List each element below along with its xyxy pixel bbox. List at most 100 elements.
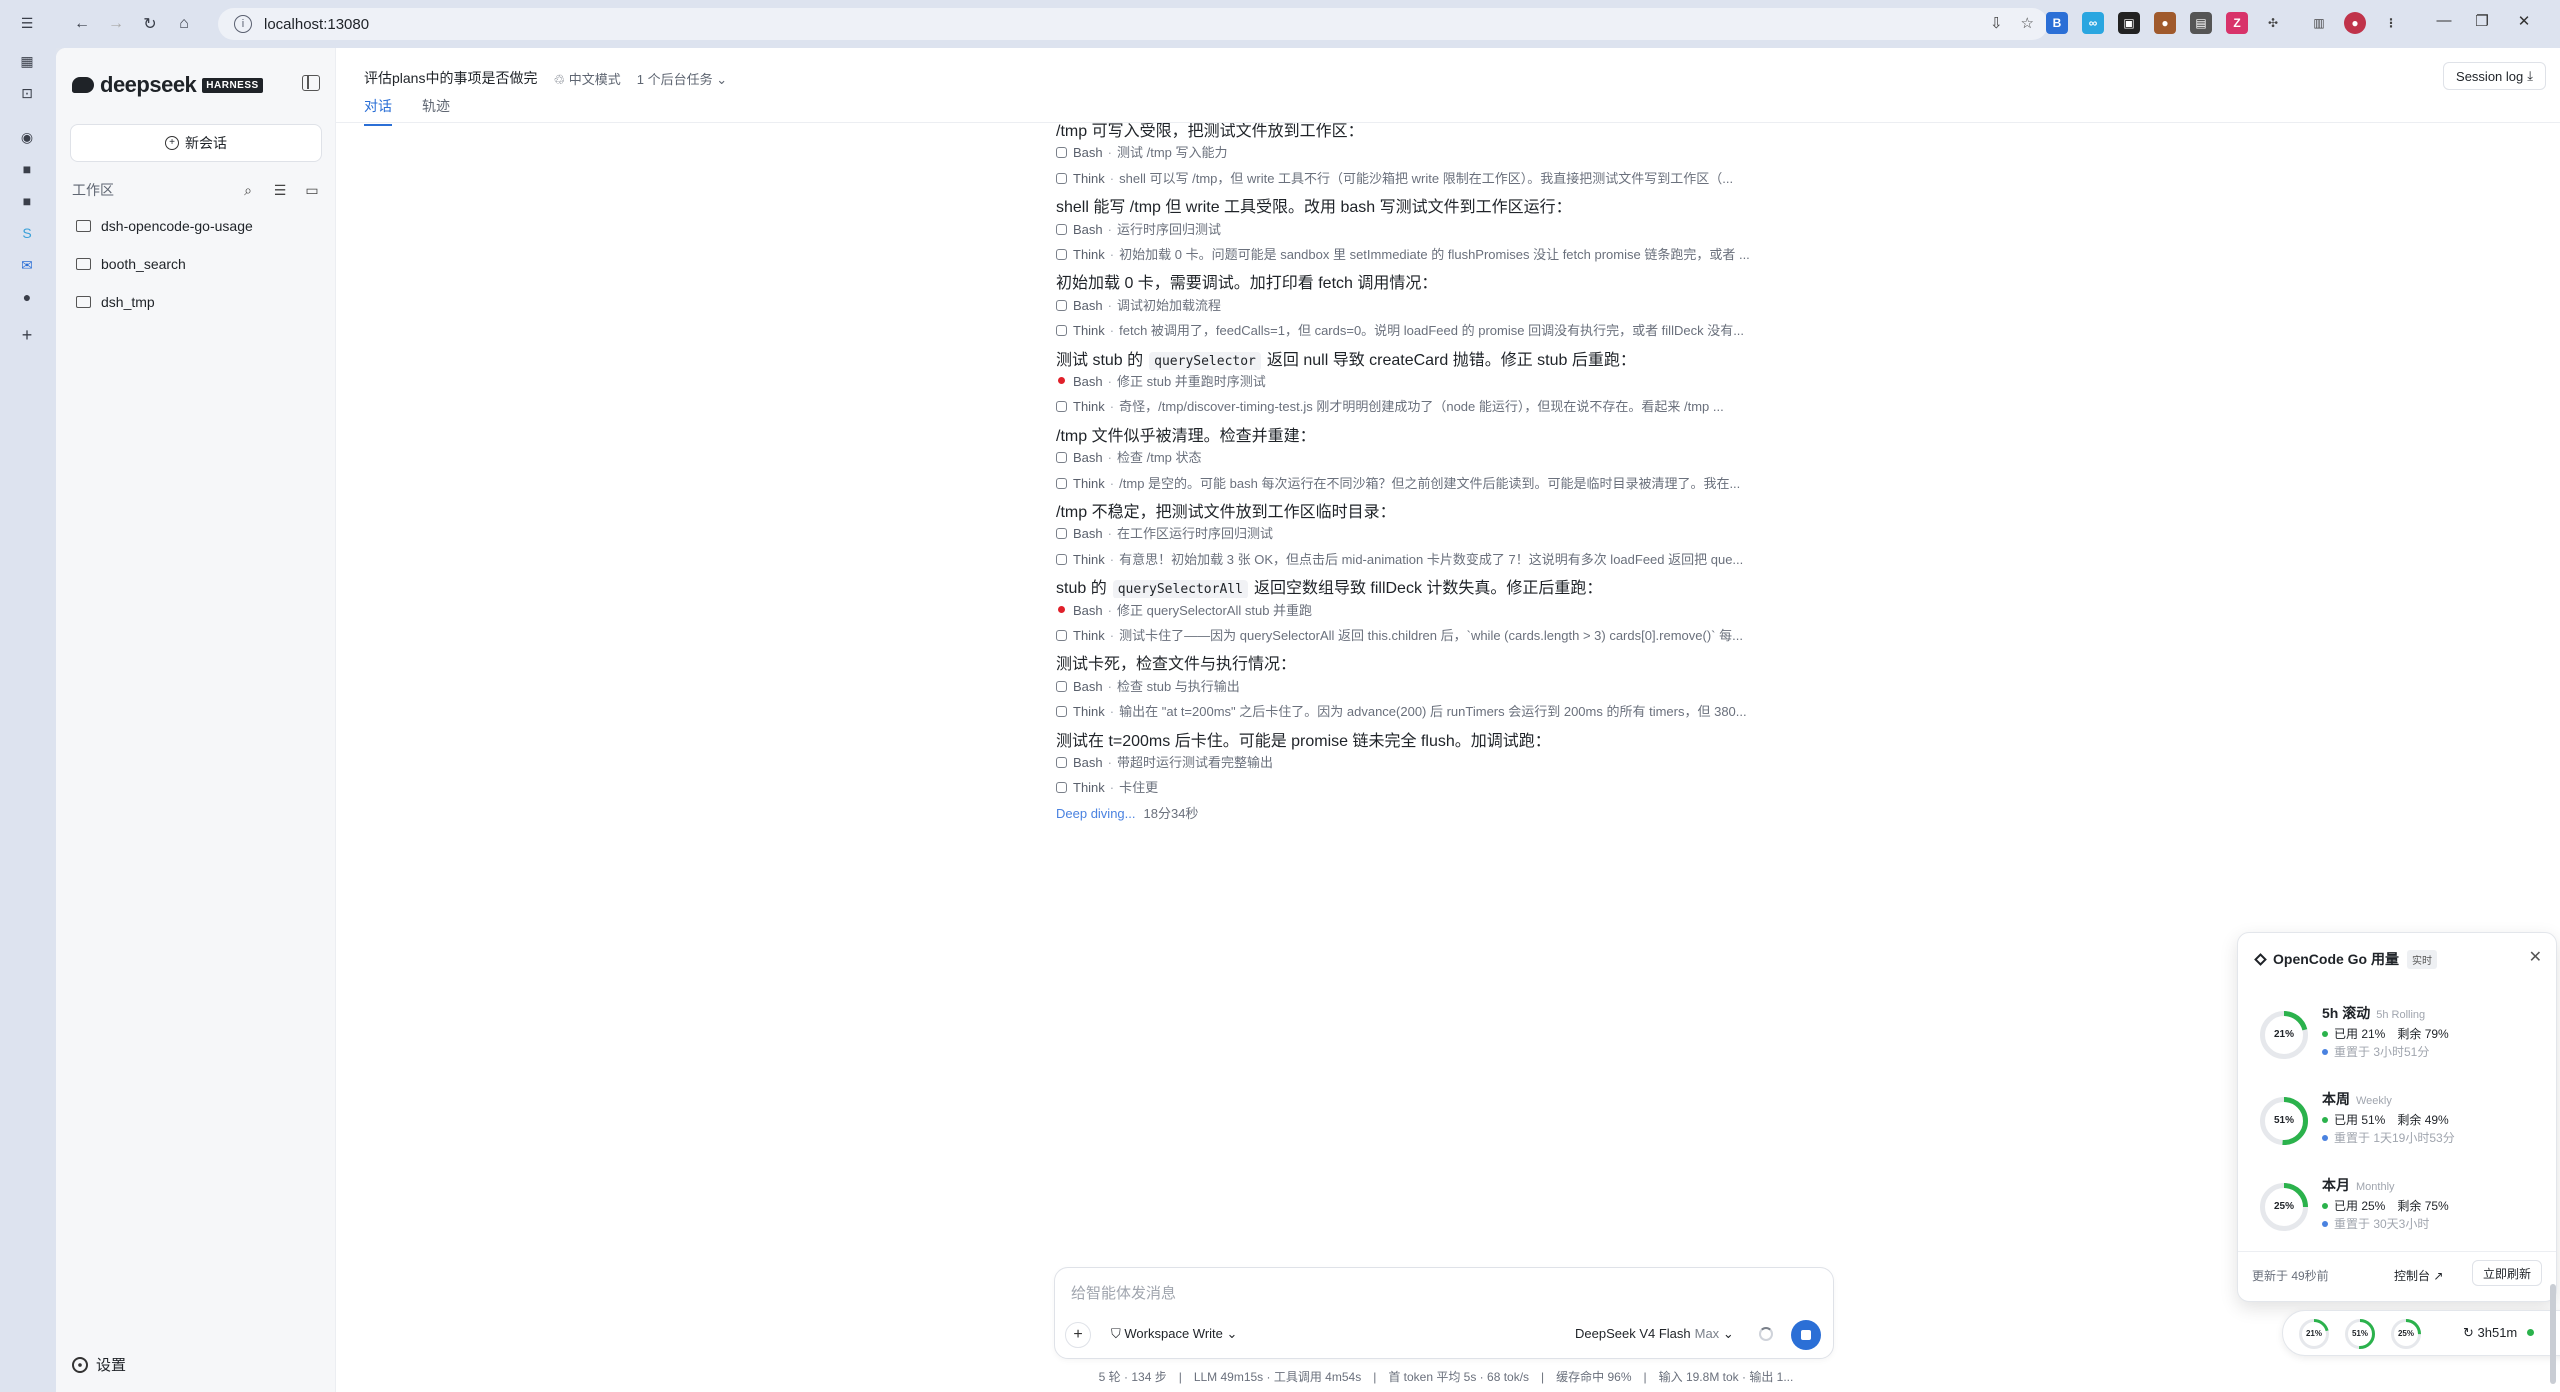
reset-text: 重置于 1天19小时53分	[2334, 1131, 2455, 1145]
github-icon[interactable]: ●	[16, 286, 38, 308]
tool-call-row[interactable]: Bash · 带超时运行测试看完整输出	[1056, 752, 1886, 771]
app-icon-2[interactable]: ■	[16, 158, 38, 180]
tool-name: Bash	[1073, 297, 1103, 313]
restore-icon[interactable]: ❐	[2470, 12, 2494, 30]
home-icon[interactable]: ⌂	[172, 12, 196, 36]
browser-menu-icon[interactable]: ⋮	[2380, 12, 2402, 34]
refresh-button[interactable]: 立即刷新	[2471, 1260, 2542, 1286]
extension-icon-6[interactable]: Z	[2226, 12, 2248, 34]
message-text: shell 能写 /tmp 但 write 工具受限。改用 bash 写测试文件…	[1056, 199, 1572, 217]
tool-name: Bash	[1073, 374, 1103, 389]
tool-call-row[interactable]: Bash · 检查 stub 与执行输出	[1056, 676, 1886, 695]
app-icon-4[interactable]: S	[16, 222, 38, 244]
console-link[interactable]: 控制台 ↗	[2394, 1267, 2443, 1284]
terminal-icon	[1056, 528, 1067, 540]
address-bar[interactable]: i localhost:13080 ⇩ ☆	[218, 8, 2048, 40]
forward-icon[interactable]: →	[104, 12, 128, 36]
settings-label: 设置	[96, 1357, 127, 1374]
close-window-icon[interactable]: ✕	[2512, 12, 2536, 30]
tool-call-row[interactable]: Bash · 运行时序回归测试	[1056, 219, 1886, 238]
tool-call-row[interactable]: Think · 卡住更	[1056, 777, 1886, 796]
workspace-label: 工作区	[72, 182, 114, 198]
terminal-icon	[1056, 452, 1067, 464]
install-app-icon[interactable]: ⇩	[1990, 14, 2003, 32]
permission-dropdown[interactable]: ⛉ Workspace Write ⌄	[1111, 1326, 1237, 1342]
filter-icon[interactable]: ☰	[270, 182, 290, 199]
site-info-icon[interactable]: i	[234, 15, 252, 33]
language-mode-toggle[interactable]: ♲ 中文模式	[553, 69, 620, 88]
think-icon	[1056, 706, 1067, 718]
separator: ·	[1109, 323, 1115, 339]
tool-call-row[interactable]: Bash · 测试 /tmp 写入能力	[1056, 142, 1886, 161]
tool-summary: 输出在 "at t=200ms" 之后卡住了。因为 advance(200) 后…	[1119, 704, 1747, 720]
extension-icon-2[interactable]: ∞	[2082, 12, 2104, 34]
separator: ·	[1107, 602, 1112, 618]
extension-cookie-icon[interactable]: ●	[2154, 12, 2176, 34]
settings-button[interactable]: 设置	[72, 1354, 126, 1375]
collapse-sidebar-icon[interactable]	[302, 75, 320, 91]
extension-bitwarden-icon[interactable]: B	[2046, 12, 2068, 34]
tool-call-row[interactable]: Think · 输出在 "at t=200ms" 之后卡住了。因为 advance(…	[1056, 701, 1886, 720]
workspace-item[interactable]: booth_search	[76, 256, 186, 272]
scrollbar[interactable]	[2550, 1284, 2556, 1384]
brand-name: deepseek	[100, 72, 197, 97]
extension-icon-3[interactable]: ▣	[2118, 12, 2140, 34]
tab-grid-icon[interactable]: ▦	[16, 50, 38, 72]
stop-button[interactable]	[1791, 1320, 1821, 1350]
separator: ·	[1107, 526, 1112, 542]
new-folder-icon[interactable]: ▭	[302, 182, 322, 199]
new-chat-button[interactable]: + 新会话	[70, 124, 322, 162]
tool-name: Bash	[1073, 450, 1103, 466]
tool-call-row[interactable]: Think · 测试卡住了——因为 querySelectorAll 返回 this…	[1056, 625, 1886, 644]
workspace-item[interactable]: dsh-opencode-go-usage	[76, 218, 253, 234]
model-dropdown[interactable]: DeepSeek V4 Flash Max ⌄	[1575, 1326, 1734, 1342]
terminal-icon	[1056, 223, 1067, 235]
period-name: 本周	[2322, 1091, 2350, 1107]
reading-icon[interactable]: ⊡	[16, 82, 38, 104]
extension-icon-5[interactable]: ▤	[2190, 12, 2212, 34]
search-icon[interactable]: ⌕	[238, 182, 258, 199]
back-icon[interactable]: ←	[70, 12, 94, 36]
side-panel-icon[interactable]: ▥	[2308, 12, 2330, 34]
tool-call-row[interactable]: Think · 有意思！初始加载 3 张 OK，但点击后 mid-animation…	[1056, 549, 1886, 568]
tool-call-row[interactable]: Think · shell 可以写 /tmp，但 write 工具不行（可能沙箱把 …	[1056, 168, 1886, 187]
usage-mini-bar[interactable]: ↻ 3h51m 21% 51% 25%	[2282, 1310, 2560, 1356]
tool-summary: 检查 /tmp 状态	[1116, 450, 1202, 466]
bookmark-star-icon[interactable]: ☆	[2021, 14, 2034, 32]
extensions-puzzle-icon[interactable]: ✣	[2262, 12, 2284, 34]
tool-call-row[interactable]: Think · fetch 被调用了，feedCalls=1，但 cards=0。说…	[1056, 320, 1886, 339]
mail-icon[interactable]: ✉	[16, 254, 38, 276]
tool-call-row[interactable]: Think · 奇怪，/tmp/discover-timing-test.js 刚才…	[1056, 396, 1886, 415]
tool-name: Bash	[1073, 678, 1103, 694]
tool-call-row[interactable]: Bash · 检查 /tmp 状态	[1056, 447, 1886, 466]
tool-call-row[interactable]: Bash · 修正 stub 并重跑时序测试	[1056, 371, 1886, 390]
attach-button[interactable]: +	[1065, 1322, 1091, 1348]
tool-name: Think	[1073, 551, 1105, 567]
close-icon[interactable]: ✕	[2529, 947, 2542, 967]
session-log-button[interactable]: Session log ⤓	[2443, 62, 2546, 90]
conversation-title: 评估plans中的事项是否做完	[364, 70, 538, 86]
sidebar-toggle-icon[interactable]: ☰	[16, 12, 38, 34]
add-app-icon[interactable]: +	[16, 324, 38, 346]
app-icon-3[interactable]: ■	[16, 190, 38, 212]
message-input[interactable]: 给智能体发消息	[1071, 1282, 1176, 1303]
sidebar: deepseek HARNESS + 新会话 工作区 ⌕ ☰ ▭ dsh-ope…	[56, 48, 336, 1392]
tool-call-row[interactable]: Bash · 调试初始加载流程	[1056, 295, 1886, 314]
app-window: deepseek HARNESS + 新会话 工作区 ⌕ ☰ ▭ dsh-ope…	[56, 48, 2560, 1392]
tool-call-row[interactable]: Bash · 修正 querySelectorAll stub 并重跑	[1056, 600, 1886, 619]
reload-icon[interactable]: ↻	[138, 12, 162, 36]
background-tasks-dropdown[interactable]: 1 个后台任务 ⌄	[637, 69, 727, 88]
profile-avatar-icon[interactable]: ●	[2344, 12, 2366, 34]
tool-call-row[interactable]: Bash · 在工作区运行时序回归测试	[1056, 523, 1886, 542]
tool-call-row[interactable]: Think · 初始加载 0 卡。问题可能是 sandbox 里 setImmedi…	[1056, 244, 1886, 263]
separator: ·	[1109, 399, 1115, 415]
tool-name: Bash	[1073, 221, 1103, 237]
workspace-item[interactable]: dsh_tmp	[76, 294, 155, 310]
tool-call-row[interactable]: Think ·/tmp 是空的。可能 bash 每次运行在不同沙箱？但之前创建文件…	[1056, 473, 1886, 492]
minimize-icon[interactable]: —	[2432, 12, 2456, 29]
folder-icon	[76, 296, 91, 308]
tool-summary: 调试初始加载流程	[1116, 297, 1221, 313]
tool-name: Think	[1073, 704, 1105, 720]
tool-summary: shell 可以写 /tmp，但 write 工具不行（可能沙箱把 write …	[1119, 170, 1734, 186]
deepseek-app-icon[interactable]: ◉	[16, 126, 38, 148]
